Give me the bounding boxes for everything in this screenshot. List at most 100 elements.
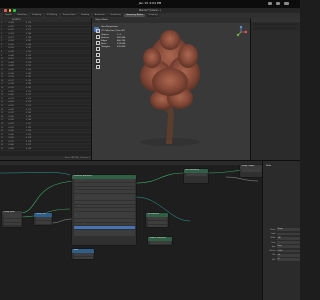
node-field[interactable]: Value xyxy=(73,253,93,257)
rotate-icon[interactable] xyxy=(94,39,100,45)
stat-row: Triangles 225,490 xyxy=(101,46,125,49)
cell-value: 0.118 xyxy=(26,58,32,61)
move-icon[interactable] xyxy=(94,33,100,39)
node-field[interactable]: Geometry xyxy=(3,215,21,219)
measure-icon[interactable] xyxy=(94,63,100,69)
table-row: 35 -0.089 0.126 xyxy=(0,148,91,152)
node-field[interactable]: Seed xyxy=(73,182,135,186)
foliage-cluster xyxy=(160,30,180,50)
property-value[interactable] xyxy=(276,232,300,236)
property-value[interactable]: -inf xyxy=(276,253,300,257)
annotate-icon[interactable] xyxy=(94,57,100,63)
cursor-icon[interactable] xyxy=(94,27,100,33)
property-value[interactable]: inf xyxy=(276,258,300,262)
transform-icon[interactable] xyxy=(94,51,100,57)
node-field[interactable]: Geometry xyxy=(241,169,261,173)
row-index: 27 xyxy=(1,119,4,122)
node-math[interactable]: Math Value Value xyxy=(72,249,94,259)
node-group-input[interactable]: Group Input Geometry Seed Density xyxy=(2,211,22,227)
control-center-icon[interactable] xyxy=(284,2,289,5)
node-title: Group Output xyxy=(240,165,262,169)
node-field[interactable]: Twist xyxy=(73,211,135,215)
node-field[interactable]: Geometry xyxy=(147,217,167,221)
row-index: 22 xyxy=(1,101,4,104)
row-index: 19 xyxy=(1,90,4,93)
tab-scripting[interactable]: Scripting xyxy=(146,13,160,18)
cell-value: 0.118 xyxy=(26,140,32,143)
foliage-cluster xyxy=(143,48,161,68)
cell-value: -0.063 xyxy=(8,101,14,104)
viewport-header: Object Mode xyxy=(92,18,250,23)
property-value[interactable]: Float xyxy=(276,245,300,249)
tab-uv-editing[interactable]: UV Editing xyxy=(44,13,60,18)
cell-value: 0.147 xyxy=(26,40,32,43)
tab-layout[interactable]: Layout xyxy=(3,13,14,18)
node-field[interactable]: Depth xyxy=(73,200,135,204)
properties-tab-label[interactable]: Node xyxy=(266,165,271,167)
tab-geometry-nodes[interactable]: Geometry Nodes xyxy=(124,13,146,18)
node-field[interactable]: Selection xyxy=(147,224,167,227)
tab-rendering[interactable]: Rendering xyxy=(108,13,123,18)
node-set-material[interactable]: Set Material Geometry Material Selection xyxy=(146,213,168,227)
cell-value: 0.171 xyxy=(26,29,32,32)
node-field[interactable]: Leaf Scale xyxy=(73,229,135,233)
row-index: 7 xyxy=(1,47,3,50)
view-gizmo-icon[interactable] xyxy=(235,26,247,38)
node-field[interactable]: Material xyxy=(147,220,167,224)
wifi-icon[interactable] xyxy=(268,2,272,5)
row-index: 21 xyxy=(1,97,4,100)
property-value[interactable] xyxy=(276,241,300,244)
3d-viewport[interactable]: Object Mode User Perspective (1) Collect… xyxy=(92,18,250,160)
node-realize-instances[interactable]: Realize Instances Geometry xyxy=(148,237,172,245)
cell-value: 0.175 xyxy=(26,104,32,107)
cell-value: 0.177 xyxy=(26,94,32,97)
node-link xyxy=(0,172,71,176)
cell-value: 0.130 xyxy=(26,126,32,129)
node-field[interactable]: Value xyxy=(73,256,93,259)
node-field[interactable]: End xyxy=(35,220,51,224)
property-value[interactable]: 0.000 xyxy=(276,249,300,253)
node-field[interactable]: Branch Count xyxy=(73,186,135,190)
node-title: Group Input xyxy=(2,211,22,215)
node-group-output[interactable]: Group Output Geometry xyxy=(240,165,262,177)
node-field[interactable]: Gravity xyxy=(73,204,135,208)
node-field[interactable]: Geometry xyxy=(73,179,135,183)
node-field[interactable]: Geometry xyxy=(149,241,171,245)
tab-animation[interactable]: Animation xyxy=(92,13,107,18)
node-field[interactable]: Angle xyxy=(73,190,135,193)
property-row: Type Float xyxy=(265,245,300,249)
node-field[interactable]: Density xyxy=(3,222,21,226)
tab-texture-paint[interactable]: Texture Paint xyxy=(60,13,78,18)
node-join-geometry[interactable]: Join Geometry Geometry xyxy=(184,169,208,183)
node-field[interactable]: Start xyxy=(35,217,51,221)
row-index: 9 xyxy=(1,54,3,57)
cell-value: 0.155 xyxy=(26,115,32,118)
node-field[interactable]: Length xyxy=(73,197,135,201)
node-field[interactable]: Radius xyxy=(73,218,135,222)
node-field[interactable]: Max xyxy=(73,233,135,237)
node-field[interactable]: Leaf Size xyxy=(73,226,135,229)
battery-icon[interactable] xyxy=(276,2,280,5)
node-field[interactable]: Scale xyxy=(73,193,135,197)
property-value[interactable]: Group xyxy=(276,228,300,232)
node-field[interactable]: Seed xyxy=(3,218,21,222)
object-mode-dropdown[interactable]: Object Mode xyxy=(95,19,108,21)
row-index: 23 xyxy=(1,104,4,107)
property-label: Max xyxy=(272,258,276,261)
node-curve-line[interactable]: Curve Line Start End xyxy=(34,213,52,225)
node-field[interactable]: Noise xyxy=(73,208,135,211)
tab-shading[interactable]: Shading xyxy=(79,13,92,18)
geometry-node-editor[interactable]: Group Input Geometry Seed Density Curve Line… xyxy=(0,161,262,300)
tab-modeling[interactable]: Modeling xyxy=(15,13,29,18)
cell-value: 0.156 xyxy=(26,36,32,39)
scale-icon[interactable] xyxy=(94,45,100,51)
property-row: Color xyxy=(265,241,300,244)
node-field[interactable]: Leaf Density xyxy=(73,222,135,226)
property-value[interactable]: 140 xyxy=(276,236,300,240)
node-generate-branches[interactable]: Generate Branches Geometry Seed Branch Coun… xyxy=(72,175,136,245)
node-field[interactable]: Split xyxy=(73,215,135,219)
node-field[interactable]: Geometry xyxy=(185,173,207,177)
row-index: 17 xyxy=(1,83,4,86)
tab-sculpting[interactable]: Sculpting xyxy=(29,13,44,18)
node-title: Join Geometry xyxy=(184,169,208,173)
